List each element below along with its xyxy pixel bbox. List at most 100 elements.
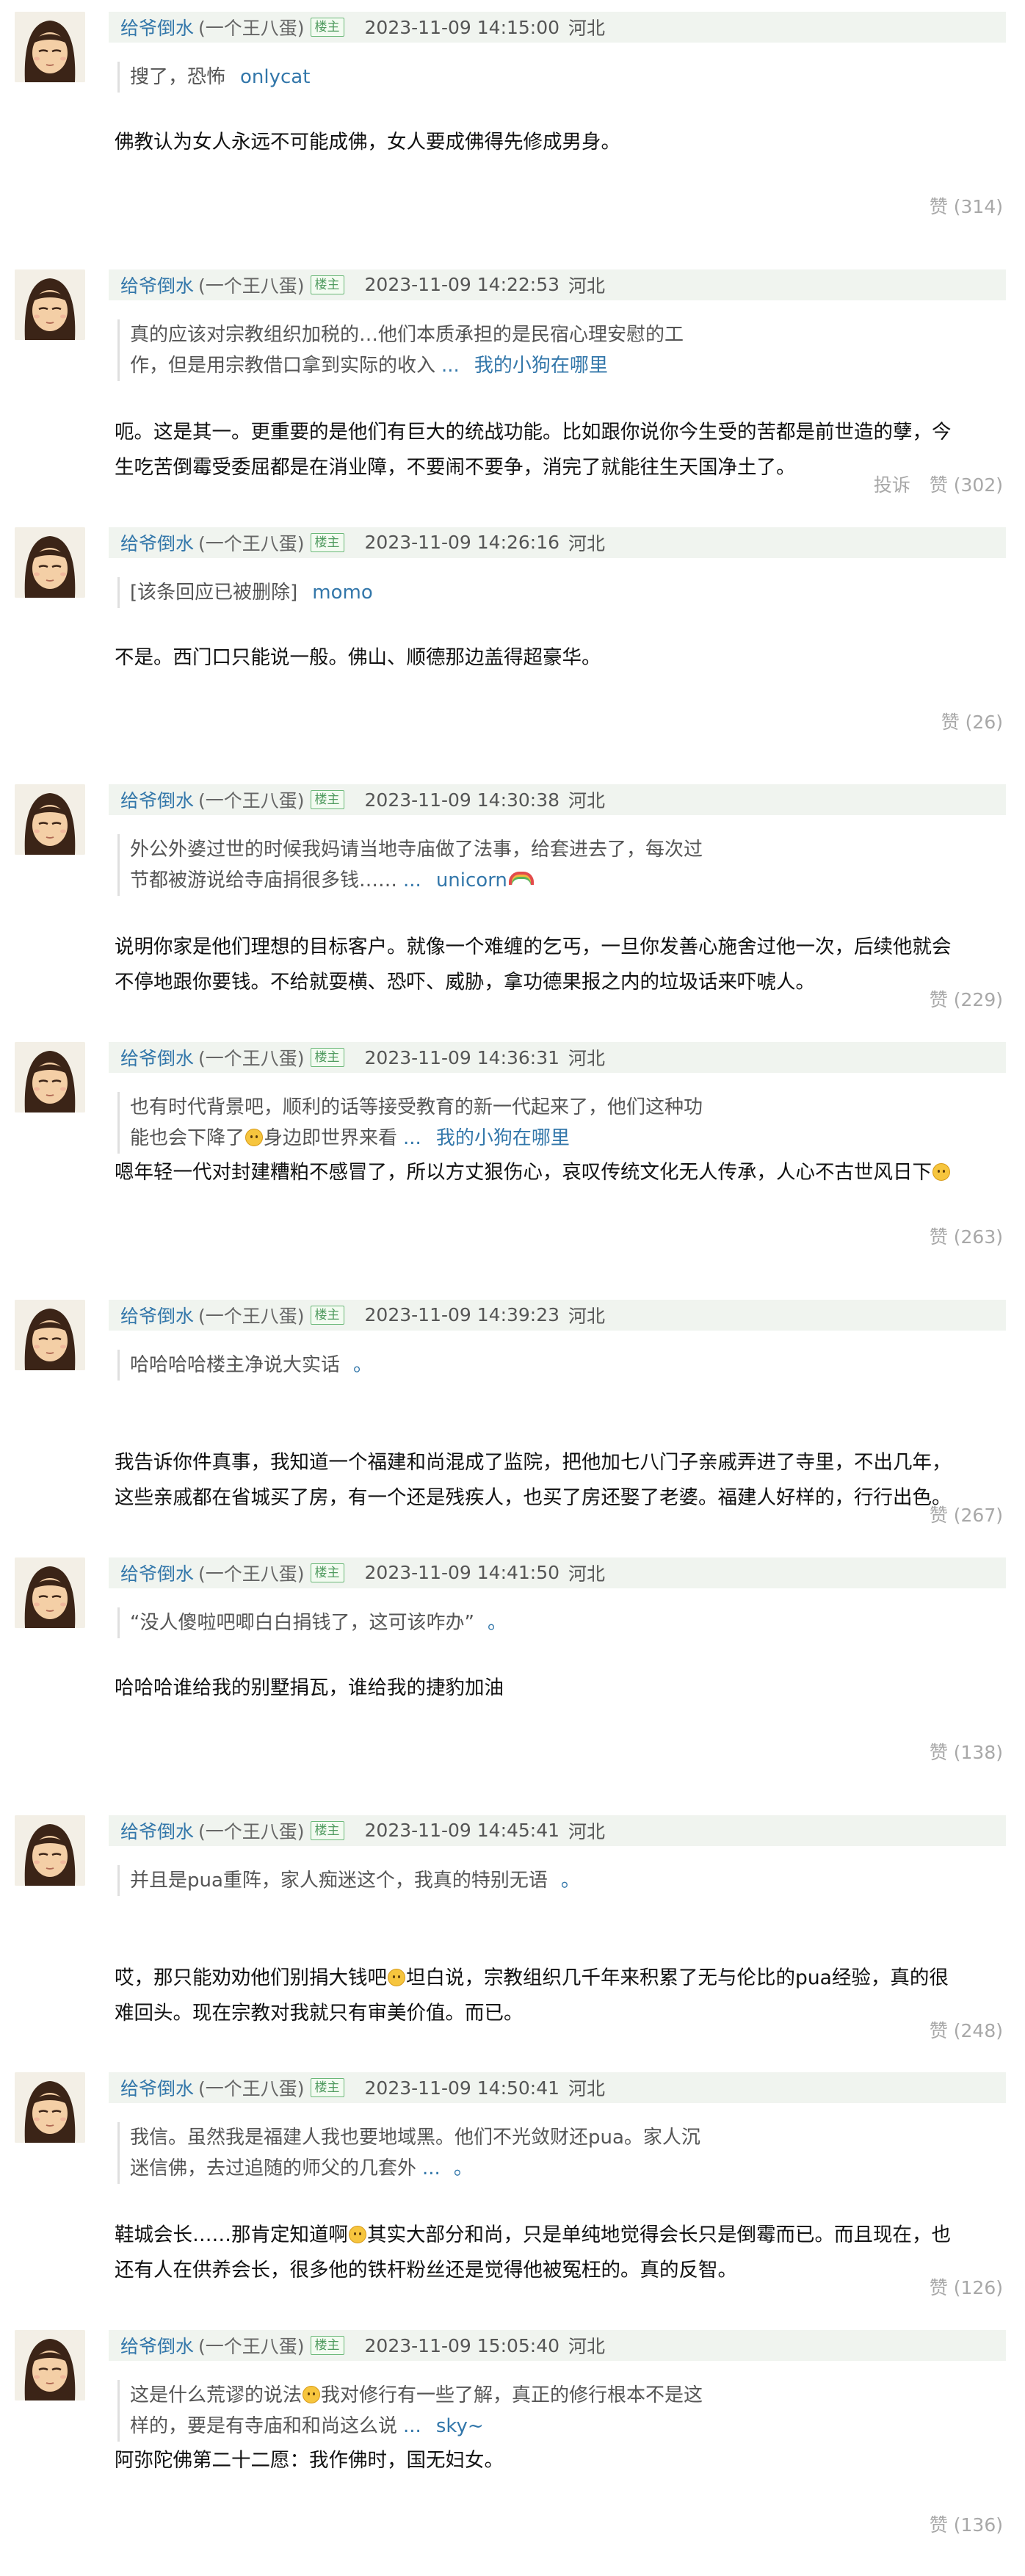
comment-body: 鞋城会长……那肯定知道啊 其实大部分和尚，只是单纯地觉得会长只是倒霉而已。而且现在… bbox=[115, 2218, 1003, 2288]
text-segment: 这是什么荒谬的说法 bbox=[130, 2384, 303, 2407]
author-link[interactable]: 给爷倒水 bbox=[120, 786, 194, 813]
comment-line: 佛教认为女人永远不可能成佛，女人要成佛得先修成男身。 bbox=[115, 125, 1003, 160]
comment-line: 生吃苦倒霉受委屈都是在消业障，不要闹不要争，消完了就能往生天国净土了。 bbox=[115, 450, 1003, 485]
avatar-face-icon bbox=[15, 1557, 85, 1628]
ip-location: 河北 bbox=[568, 1563, 606, 1585]
comment-line: 呃。这是其一。更重要的是他们有巨大的统战功能。比如跟你说你今生受的苦都是前世造的… bbox=[115, 415, 1003, 450]
text-segment: 不是。西门口只能说一般。佛山、顺德那边盖得超豪华。 bbox=[115, 645, 601, 669]
quote-line: 并且是pua重阵，家人痴迷这个，我真的特别无语。 bbox=[130, 1865, 776, 1896]
op-badge: 楼主 bbox=[310, 1048, 344, 1068]
timestamp: 2023-11-09 14:39:23 bbox=[364, 1304, 560, 1326]
avatar[interactable] bbox=[15, 1299, 85, 1370]
emoji-face-icon bbox=[388, 1968, 405, 1986]
author-link[interactable]: 给爷倒水 bbox=[120, 1560, 194, 1586]
avatar[interactable] bbox=[15, 1042, 85, 1113]
avatar[interactable] bbox=[15, 2330, 85, 2401]
author-link[interactable]: 给爷倒水 bbox=[120, 2074, 194, 2101]
text-segment: 也有时代背景吧，顺利的话等接受教育的新一代起来了，他们这种功 bbox=[130, 1096, 703, 1119]
avatar[interactable] bbox=[15, 2072, 85, 2143]
timestamp: 2023-11-09 15:05:40 bbox=[364, 2334, 560, 2356]
text-segment: “没人傻啦吧唧白白捐钱了，这可该咋办” bbox=[130, 1611, 474, 1634]
comment-body: 不是。西门口只能说一般。佛山、顺德那边盖得超豪华。 bbox=[115, 640, 1003, 676]
expand-quote-link[interactable]: ... bbox=[422, 2157, 441, 2179]
quoted-author-link[interactable]: 。 bbox=[488, 1612, 507, 1634]
text-segment: 佛教认为女人永远不可能成佛，女人要成佛得先修成男身。 bbox=[115, 131, 620, 153]
expand-quote-link[interactable]: ... bbox=[403, 869, 421, 891]
comment-header: 给爷倒水 (一个王八蛋) 楼主 2023-11-09 15:05:40 河北 bbox=[109, 2330, 1006, 2362]
quoted-author-link[interactable]: 。 bbox=[353, 1354, 372, 1376]
comment-item: 给爷倒水 (一个王八蛋) 楼主 2023-11-09 14:26:16 河北 [该条回应已… bbox=[0, 515, 1025, 773]
comment-actions: 赞 (314) bbox=[930, 192, 1003, 219]
quote-line: 搜了，恐怖 onlycat bbox=[130, 62, 776, 93]
quoted-author-link[interactable]: 。 bbox=[454, 2157, 473, 2179]
avatar-face-icon bbox=[15, 2072, 85, 2143]
quoted-author-link[interactable]: 我的小狗在哪里 bbox=[474, 355, 608, 377]
report-link[interactable]: 投诉 bbox=[874, 474, 910, 496]
avatar[interactable] bbox=[15, 784, 85, 855]
avatar-face-icon bbox=[15, 527, 85, 598]
author-link[interactable]: 给爷倒水 bbox=[120, 1044, 194, 1071]
like-button[interactable]: 赞 (314) bbox=[930, 196, 1003, 217]
avatar-face-icon bbox=[15, 269, 85, 340]
like-button[interactable]: 赞 (263) bbox=[930, 1226, 1003, 1248]
author-link[interactable]: 给爷倒水 bbox=[120, 2332, 194, 2359]
quoted-author-link[interactable]: 我的小狗在哪里 bbox=[436, 1127, 570, 1149]
comment-line: 阿弥陀佛第二十二愿：我作佛时，国无妇女。 bbox=[115, 2443, 1003, 2478]
author-link[interactable]: 给爷倒水 bbox=[120, 1817, 194, 1844]
expand-quote-link[interactable]: ... bbox=[441, 355, 460, 377]
avatar[interactable] bbox=[15, 12, 85, 82]
text-segment: 不停地跟你要钱。不给就耍横、恐吓、威胁，拿功德果报之内的垃圾话来吓唬人。 bbox=[115, 971, 815, 994]
author-link[interactable]: 给爷倒水 bbox=[120, 14, 194, 40]
like-button[interactable]: 赞 (138) bbox=[930, 1742, 1003, 1763]
emoji-face-icon bbox=[245, 1129, 264, 1147]
avatar[interactable] bbox=[15, 1815, 85, 1886]
like-button[interactable]: 赞 (267) bbox=[930, 1505, 1003, 1526]
comment-header: 给爷倒水 (一个王八蛋) 楼主 2023-11-09 14:50:41 河北 bbox=[109, 2072, 1006, 2104]
like-button[interactable]: 赞 (126) bbox=[930, 2277, 1003, 2298]
avatar-face-icon bbox=[15, 1042, 85, 1113]
comment-line: 不是。西门口只能说一般。佛山、顺德那边盖得超豪华。 bbox=[115, 640, 1003, 676]
avatar[interactable] bbox=[15, 269, 85, 340]
ip-location: 河北 bbox=[568, 532, 606, 554]
like-button[interactable]: 赞 (302) bbox=[930, 474, 1003, 496]
avatar[interactable] bbox=[15, 1557, 85, 1628]
quoted-author-link[interactable]: unicorn bbox=[436, 869, 507, 891]
author-nickname: (一个王八蛋) bbox=[198, 1820, 305, 1842]
comment-line: 说明你家是他们理想的目标客户。就像一个难缠的乞丐，一旦你发善心施舍过他一次，后续… bbox=[115, 930, 1003, 965]
text-segment: 并且是pua重阵，家人痴迷这个，我真的特别无语 bbox=[130, 1869, 548, 1892]
quote-line: “没人傻啦吧唧白白捐钱了，这可该咋办” 。 bbox=[130, 1607, 776, 1638]
comment-line: 嗯年轻一代对封建糟粕不感冒了，所以方丈狠伤心，哀叹传统文化无人传承，人心不古世风… bbox=[115, 1155, 1003, 1190]
quote-line: 作，但是用宗教借口拿到实际的收入... 我的小狗在哪里 bbox=[130, 350, 776, 381]
author-nickname: (一个王八蛋) bbox=[198, 275, 305, 297]
quote-line: 我信。虽然我是福建人我也要地域黑。他们不光敛财还pua。家人沉 bbox=[130, 2122, 776, 2153]
like-button[interactable]: 赞 (229) bbox=[930, 989, 1003, 1010]
emoji-face-icon bbox=[932, 1163, 950, 1182]
like-button[interactable]: 赞 (26) bbox=[941, 712, 1003, 733]
comment-body: 阿弥陀佛第二十二愿：我作佛时，国无妇女。 bbox=[115, 2443, 1003, 2478]
expand-quote-link[interactable]: ... bbox=[403, 2415, 421, 2437]
quote-line: 哈哈哈哈楼主净说大实话。 bbox=[130, 1350, 776, 1381]
emoji-face-icon bbox=[303, 2386, 321, 2404]
quoted-author-link[interactable]: sky~ bbox=[436, 2415, 484, 2437]
author-link[interactable]: 给爷倒水 bbox=[120, 272, 194, 298]
quoted-author-link[interactable]: momo bbox=[312, 582, 372, 604]
quote-line: 外公外婆过世的时候我妈请当地寺庙做了法事，给套进去了，每次过 bbox=[130, 834, 776, 865]
author-link[interactable]: 给爷倒水 bbox=[120, 1302, 194, 1328]
quoted-author-link[interactable]: onlycat bbox=[240, 66, 310, 88]
ip-location: 河北 bbox=[568, 1048, 606, 1070]
quote-line: 样的，要是有寺庙和和尚这么说... sky~ bbox=[130, 2411, 776, 2442]
quote-line: 也有时代背景吧，顺利的话等接受教育的新一代起来了，他们这种功 bbox=[130, 1092, 776, 1123]
timestamp: 2023-11-09 14:36:31 bbox=[364, 1046, 560, 1068]
quote-line: 迷信佛，去过追随的师父的几套外... 。 bbox=[130, 2153, 776, 2184]
author-link[interactable]: 给爷倒水 bbox=[120, 529, 194, 556]
text-segment: 哎，那只能劝劝他们别捐大钱吧 bbox=[115, 1966, 387, 1989]
quoted-reply: 哈哈哈哈楼主净说大实话。 bbox=[117, 1349, 776, 1381]
ip-location: 河北 bbox=[568, 2078, 606, 2100]
avatar[interactable] bbox=[15, 527, 85, 598]
quoted-reply: 也有时代背景吧，顺利的话等接受教育的新一代起来了，他们这种功 能也会下降了 身边即世… bbox=[117, 1092, 776, 1154]
like-button[interactable]: 赞 (248) bbox=[930, 2020, 1003, 2041]
op-badge: 楼主 bbox=[310, 2336, 344, 2356]
quoted-author-link[interactable]: 。 bbox=[561, 1870, 580, 1892]
like-button[interactable]: 赞 (136) bbox=[930, 2514, 1003, 2536]
expand-quote-link[interactable]: ... bbox=[403, 1127, 421, 1149]
